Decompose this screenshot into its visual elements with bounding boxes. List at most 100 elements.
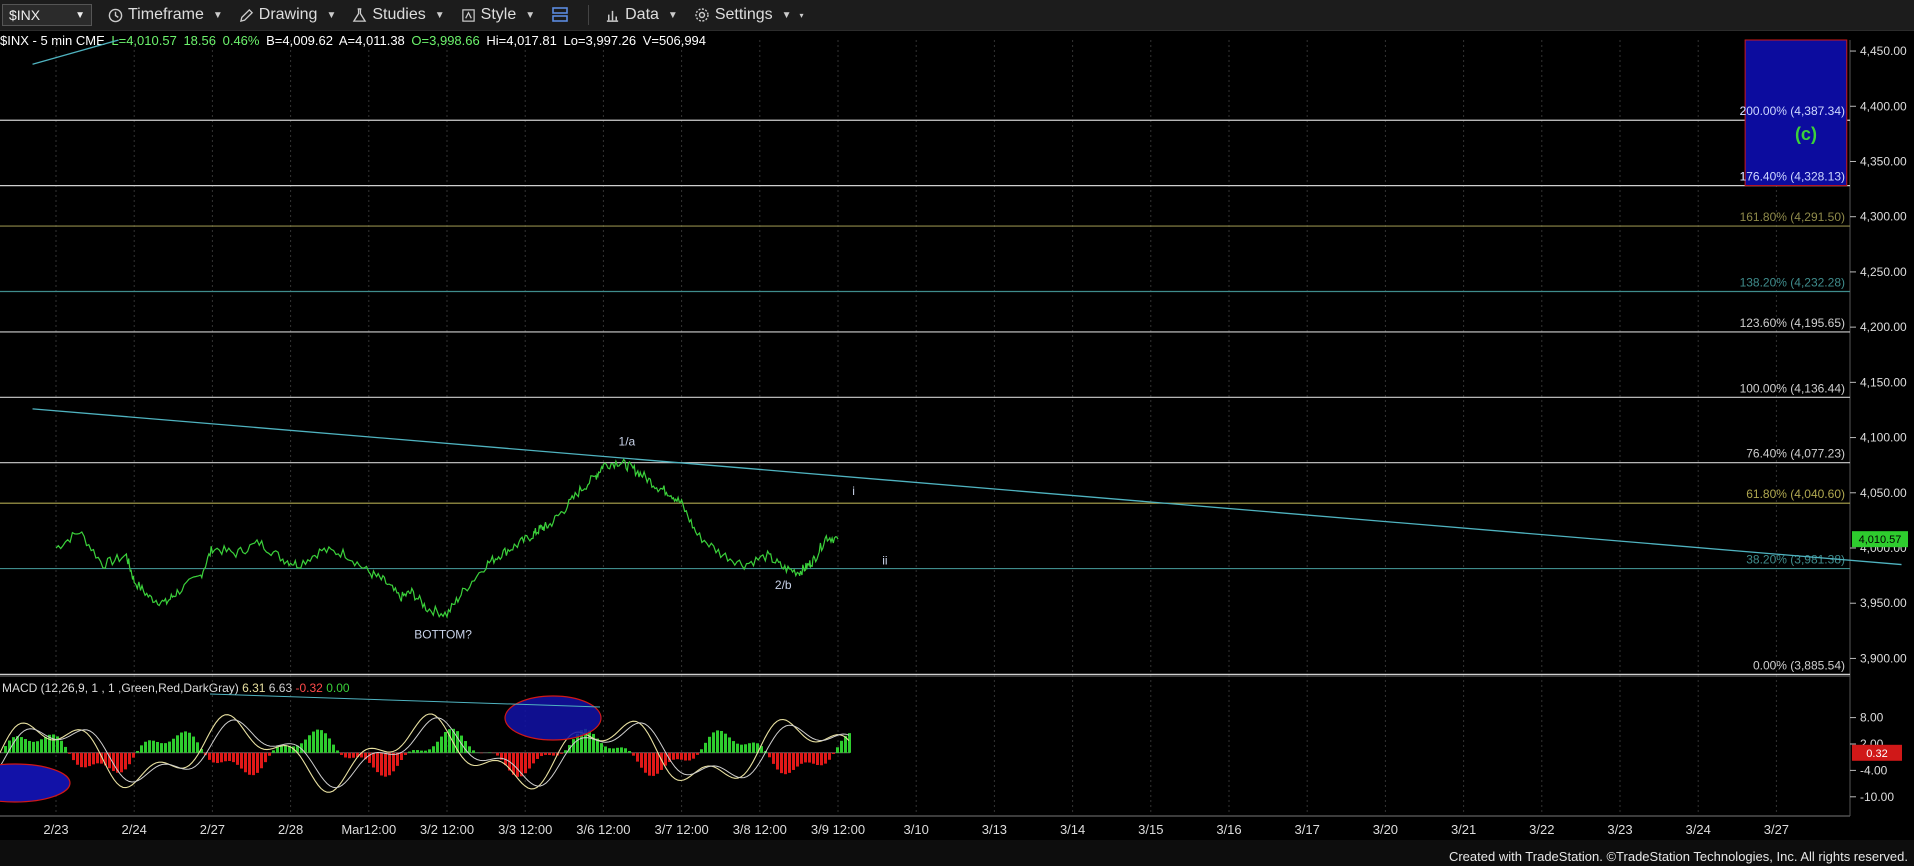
y-tick-label-1: 4,400.00 (1860, 99, 1907, 113)
macd-bar (688, 752, 691, 761)
wave-annotation-3: i (852, 484, 855, 498)
macd-bar (848, 733, 851, 753)
macd-bar (308, 735, 311, 753)
macd-bar (312, 731, 315, 753)
fib-label-overlay-0: 200.00% (4,387.34) (1740, 104, 1845, 118)
macd-bar (736, 743, 739, 753)
macd-bar (140, 745, 143, 753)
macd-bar (80, 752, 83, 768)
macd-value-4: 0.00 (326, 681, 350, 695)
macd-bar (684, 752, 687, 761)
macd-bar (396, 752, 399, 766)
macd-bar (524, 752, 527, 774)
x-tick-label-15: 3/16 (1216, 822, 1241, 837)
macd-bar (152, 740, 155, 753)
macd-bar (636, 752, 639, 762)
macd-bar (40, 739, 43, 753)
macd-highlight-ellipse-left (0, 763, 71, 803)
macd-bar (708, 736, 711, 753)
macd-bar (748, 743, 751, 753)
x-tick-label-10: 3/9 12:00 (811, 822, 865, 837)
macd-bar (236, 752, 239, 765)
macd-bar (700, 749, 703, 753)
macd-bar (620, 747, 623, 753)
macd-bar (544, 752, 547, 755)
x-tick-label-0: 2/23 (43, 822, 68, 837)
macd-bar (252, 752, 255, 776)
x-tick-label-21: 3/24 (1686, 822, 1711, 837)
last-price-tag: 4,010.57 (1859, 534, 1902, 546)
trend-lines-layer (32, 39, 1902, 566)
macd-bar (752, 742, 755, 753)
x-tick-label-19: 3/22 (1529, 822, 1554, 837)
macd-bar (644, 752, 647, 773)
macd-bar (220, 752, 223, 763)
grid-layer (0, 40, 1851, 817)
fib-label-7: 61.80% (4,040.60) (1746, 487, 1845, 501)
macd-bar (28, 740, 31, 753)
macd-bar (340, 752, 343, 755)
macd-bar (612, 748, 615, 753)
macd-value-3: -0.32 (296, 681, 327, 695)
macd-bar (180, 732, 183, 753)
macd-bar (800, 752, 803, 764)
macd-bar (92, 752, 95, 765)
macd-bar (776, 752, 779, 770)
footer-copyright: Created with TradeStation. ©TradeStation… (1448, 849, 1908, 864)
macd-bar (84, 752, 87, 768)
macd-bar (472, 750, 475, 753)
macd-bar (64, 746, 67, 753)
x-tick-label-11: 3/10 (904, 822, 929, 837)
x-tick-label-16: 3/17 (1295, 822, 1320, 837)
x-tick-label-4: Mar12:00 (341, 822, 396, 837)
macd-bar (132, 752, 135, 758)
macd-bar (656, 752, 659, 774)
macd-tick-label-2: -4.00 (1860, 763, 1888, 777)
macd-bar (444, 731, 447, 753)
target-box-label: (c) (1795, 124, 1817, 144)
macd-bar (320, 730, 323, 753)
macd-bar (744, 744, 747, 753)
macd-bar (304, 739, 307, 753)
macd-bar (208, 752, 211, 760)
macd-bar (824, 752, 827, 764)
macd-bar (588, 730, 591, 753)
x-tick-label-3: 2/28 (278, 822, 303, 837)
price-chart[interactable]: 200.00% (4,387.34) 176.40% (4,328.13) 161.… (0, 0, 1914, 866)
macd-bar (316, 729, 319, 753)
macd-bar (632, 752, 635, 756)
macd-bar (540, 752, 543, 757)
macd-bar (392, 752, 395, 772)
wave-annotation-4: ii (882, 554, 887, 568)
macd-bar (96, 752, 99, 764)
y-tick-label-11: 3,900.00 (1860, 651, 1907, 665)
macd-bar (728, 737, 731, 753)
macd-bar (268, 752, 271, 756)
macd-bar (536, 752, 539, 759)
macd-bar (648, 752, 651, 776)
macd-bar (160, 743, 163, 753)
macd-bar (552, 752, 555, 756)
macd-bar (840, 740, 843, 753)
macd-bar (88, 752, 91, 767)
y-tick-label-10: 3,950.00 (1860, 596, 1907, 610)
fib-label-9: 0.00% (3,885.54) (1753, 658, 1845, 672)
macd-bar (836, 747, 839, 753)
macd-bar (20, 737, 23, 753)
price-line (55, 458, 839, 619)
macd-value-2: 6.63 (269, 681, 296, 695)
macd-bar (468, 746, 471, 753)
macd-bar (716, 730, 719, 753)
macd-bar (820, 752, 823, 766)
x-tick-label-22: 3/27 (1764, 822, 1789, 837)
macd-bar (652, 752, 655, 776)
x-tick-label-5: 3/2 12:00 (420, 822, 474, 837)
macd-bar (692, 752, 695, 759)
x-tick-label-17: 3/20 (1373, 822, 1398, 837)
fib-label-overlay-1: 176.40% (4,328.13) (1740, 170, 1845, 184)
fib-label-5: 100.00% (4,136.44) (1740, 381, 1845, 395)
x-tick-label-7: 3/6 12:00 (576, 822, 630, 837)
x-tick-label-12: 3/13 (982, 822, 1007, 837)
macd-bar (324, 733, 327, 753)
macd-bar (124, 752, 127, 770)
